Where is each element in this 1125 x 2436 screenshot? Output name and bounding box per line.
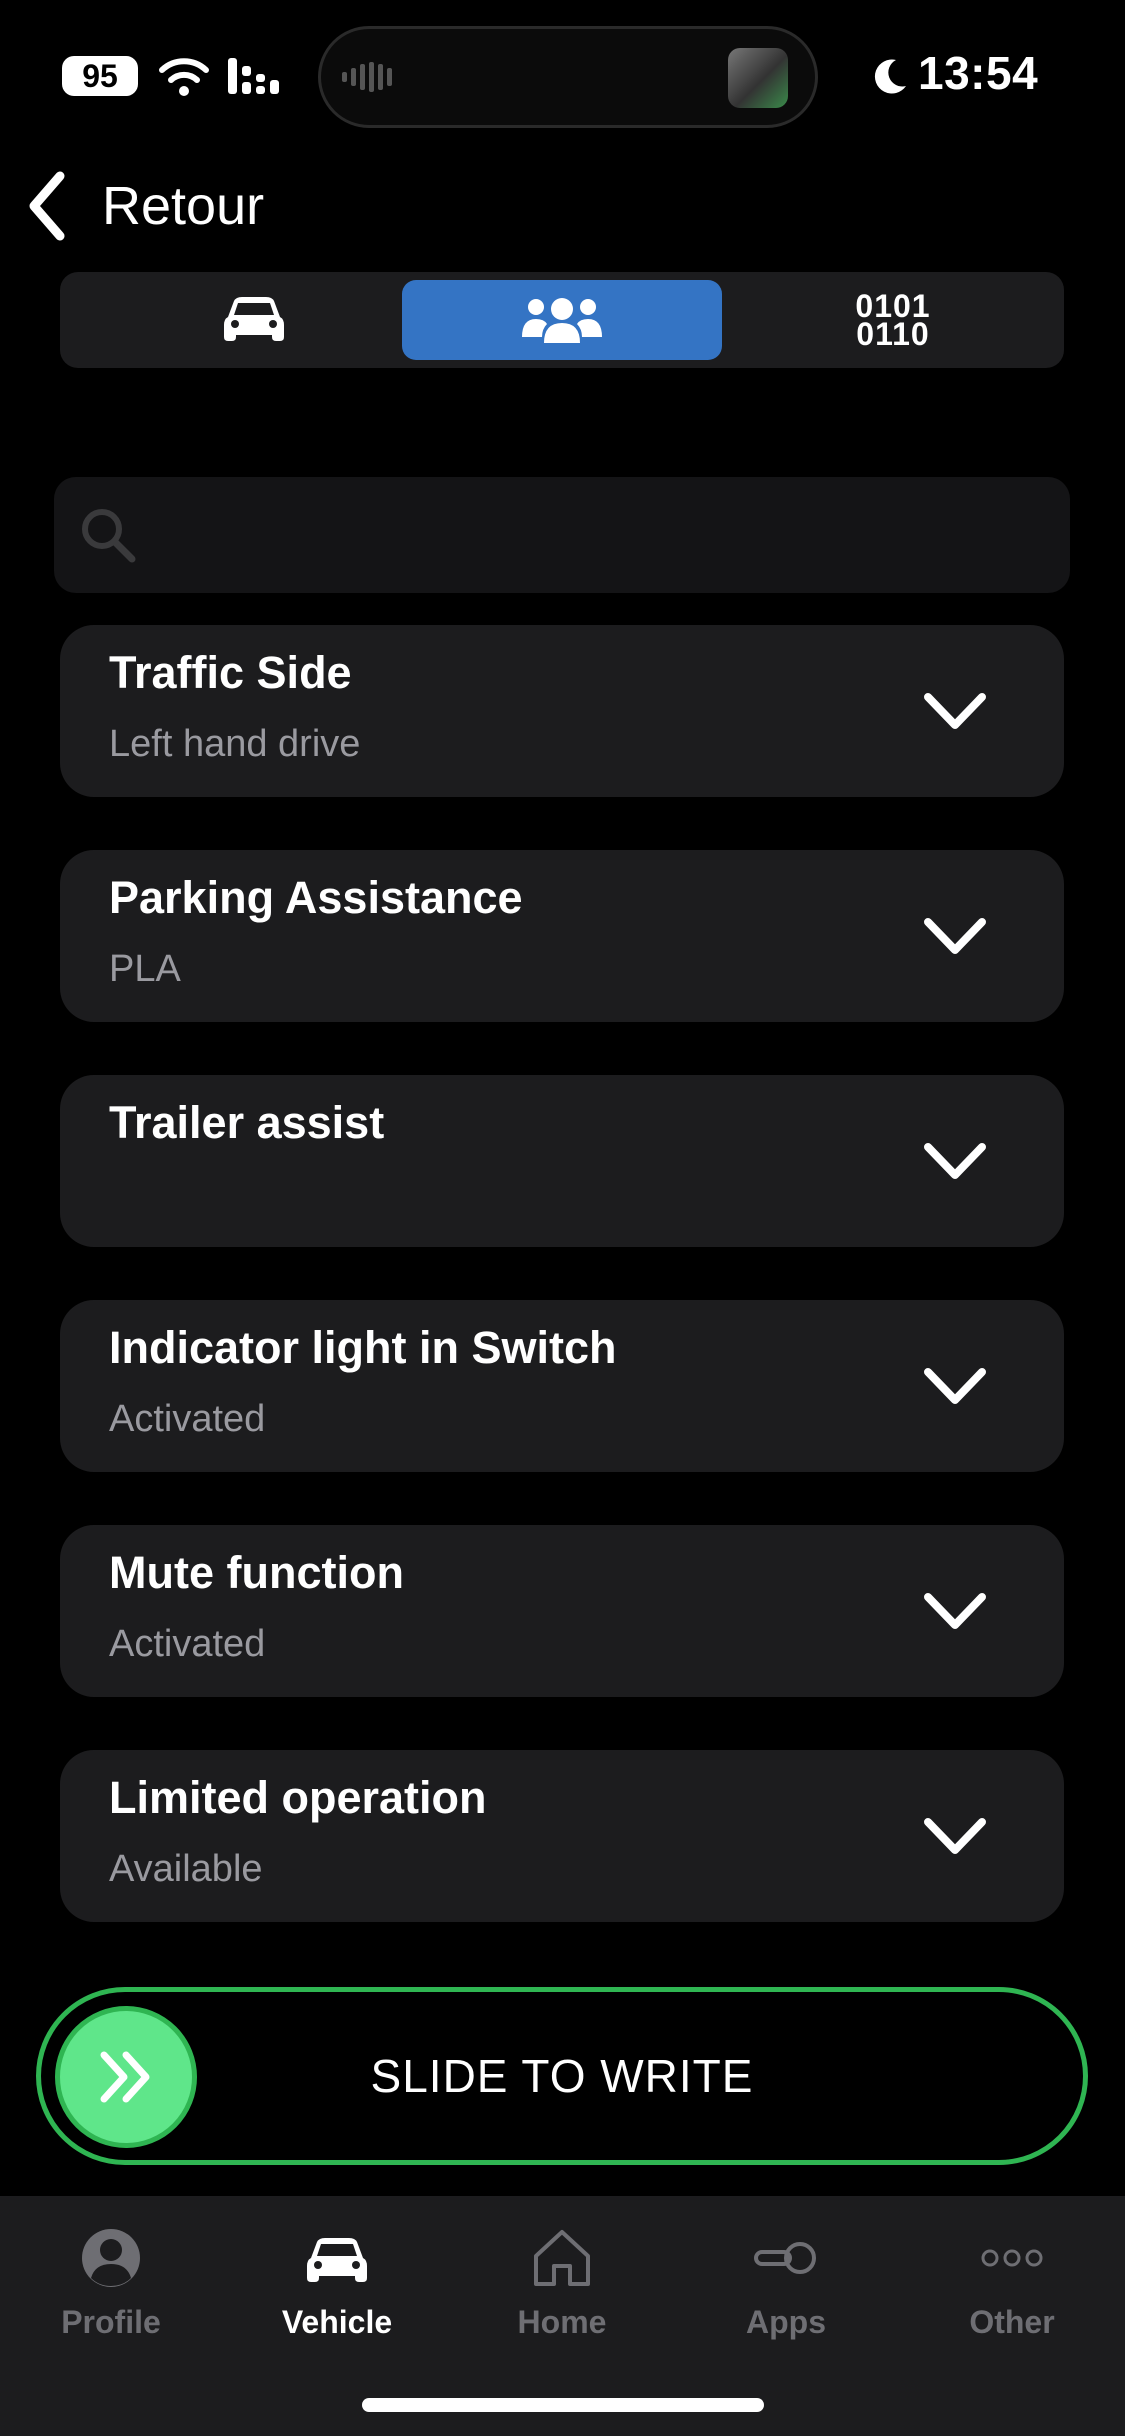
audio-wave-icon <box>342 62 392 92</box>
search-bar <box>54 477 1070 593</box>
tab-vehicle[interactable]: Vehicle <box>237 2226 437 2376</box>
tab-label: Other <box>969 2304 1055 2340</box>
profile-icon <box>82 2229 140 2287</box>
status-bar: 95 13:54 <box>0 0 1125 150</box>
more-icon <box>981 2249 1043 2267</box>
car-icon <box>307 2238 367 2282</box>
setting-trailer-assist[interactable]: Trailer assist <box>60 1075 1064 1247</box>
slide-to-write[interactable]: SLIDE TO WRITE <box>36 1987 1088 2165</box>
chevron-down-icon <box>924 1368 986 1404</box>
setting-title: Indicator light in Switch <box>109 1322 617 1373</box>
setting-title: Traffic Side <box>109 647 352 698</box>
setting-traffic-side[interactable]: Traffic Side Left hand drive <box>60 625 1064 797</box>
car-icon <box>224 297 284 341</box>
segmented-control: 0101 0110 <box>60 272 1064 368</box>
tab-home[interactable]: Home <box>462 2226 662 2376</box>
slide-to-write-label: SLIDE TO WRITE <box>370 2050 754 2102</box>
back-label: Retour <box>102 176 265 236</box>
cellular-signal-icon <box>228 58 279 94</box>
chevron-left-icon <box>29 171 65 241</box>
slider-knob[interactable] <box>55 2006 197 2148</box>
media-thumbnail <box>728 48 788 108</box>
chevron-down-icon <box>924 1818 986 1854</box>
chevron-down-icon <box>924 1143 986 1179</box>
setting-value: Available <box>109 1848 263 1890</box>
setting-title: Mute function <box>109 1547 404 1598</box>
toggle-icon <box>754 2242 816 2274</box>
segment-people[interactable] <box>402 280 722 360</box>
setting-indicator-light[interactable]: Indicator light in Switch Activated <box>60 1300 1064 1472</box>
tab-label: Apps <box>746 2304 826 2340</box>
segment-vehicle[interactable] <box>74 280 434 360</box>
segment-coding[interactable]: 0101 0110 <box>738 280 1048 360</box>
setting-value: Activated <box>109 1623 266 1665</box>
setting-value: Left hand drive <box>109 723 361 765</box>
people-icon <box>522 298 602 343</box>
setting-title: Trailer assist <box>109 1097 385 1148</box>
setting-mute-function[interactable]: Mute function Activated <box>60 1525 1064 1697</box>
status-time: 13:54 <box>918 47 1039 99</box>
setting-title: Limited operation <box>109 1772 487 1823</box>
double-chevron-right-icon <box>100 2051 150 2103</box>
battery-icon: 95 <box>62 56 138 96</box>
setting-value: PLA <box>109 948 181 990</box>
setting-value: Activated <box>109 1398 266 1440</box>
chevron-down-icon <box>924 918 986 954</box>
tab-label: Vehicle <box>281 2304 393 2340</box>
chevron-down-icon <box>924 1593 986 1629</box>
chevron-down-icon <box>924 693 986 729</box>
setting-limited-operation[interactable]: Limited operation Available <box>60 1750 1064 1922</box>
tab-label: Profile <box>61 2304 161 2340</box>
setting-title: Parking Assistance <box>109 872 523 923</box>
search-input[interactable] <box>154 497 1034 573</box>
tab-apps[interactable]: Apps <box>686 2226 886 2376</box>
home-indicator[interactable] <box>362 2398 764 2412</box>
tab-profile[interactable]: Profile <box>11 2226 211 2376</box>
moon-icon <box>874 59 906 94</box>
wifi-icon <box>159 58 209 96</box>
home-icon <box>534 2230 590 2286</box>
setting-parking-assistance[interactable]: Parking Assistance PLA <box>60 850 1064 1022</box>
binary-code-icon: 0101 0110 <box>855 288 931 352</box>
tab-label: Home <box>517 2304 607 2340</box>
tab-other[interactable]: Other <box>912 2226 1112 2376</box>
search-icon <box>82 509 136 563</box>
back-button[interactable]: Retour <box>24 166 264 246</box>
